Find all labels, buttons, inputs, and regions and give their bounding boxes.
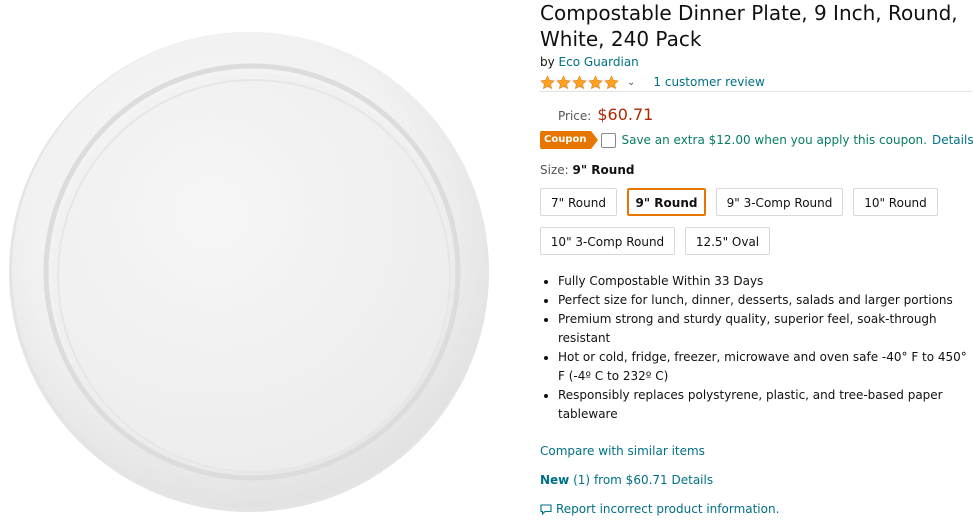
byline: by Eco Guardian [540,55,639,69]
byline-prefix: by [540,55,555,69]
feature-item: Fully Compostable Within 33 Days [558,272,972,291]
star-rating[interactable] [540,74,619,90]
compare-link[interactable]: Compare with similar items [540,444,705,458]
size-option-9-round[interactable]: 9" Round [627,188,706,216]
size-option-10-round[interactable]: 10" Round [853,188,938,216]
size-option-12-5-oval[interactable]: 12.5" Oval [685,227,770,255]
product-title: Compostable Dinner Plate, 9 Inch, Round,… [540,1,958,51]
coupon-details-link[interactable]: Details [932,133,974,147]
size-selected-value: 9" Round [572,163,635,177]
feature-item: Perfect size for lunch, dinner, desserts… [558,291,972,310]
coupon-badge: Coupon [540,131,600,149]
size-label: Size: [540,163,569,177]
feature-item: Responsibly replaces polystyrene, plasti… [558,386,972,424]
new-from-price: from $60.71 [593,473,668,487]
star-icon [556,74,571,89]
star-icon [540,74,555,89]
rating-row: ⌄ 1 customer review [540,73,765,91]
review-count-link[interactable]: 1 customer review [653,75,764,89]
report-row[interactable]: Report incorrect product information. [540,502,779,516]
product-image[interactable] [0,0,500,525]
size-option-9-3comp-round[interactable]: 9" 3-Comp Round [716,188,843,216]
feature-item: Hot or cold, fridge, freezer, microwave … [558,348,972,386]
brand-link[interactable]: Eco Guardian [559,55,639,69]
price-label: Price: [558,109,592,123]
report-link[interactable]: Report incorrect product information. [556,502,779,516]
divider [540,91,972,92]
new-offers-row[interactable]: New (1) from $60.71 Details [540,473,713,487]
coupon-text: Save an extra $12.00 when you apply this… [621,133,927,147]
star-icon [604,74,619,89]
feature-bullets: Fully Compostable Within 33 Days Perfect… [540,272,972,424]
price-row: Price: $60.71 [558,105,653,124]
coupon-row: Coupon Save an extra $12.00 when you app… [540,131,974,149]
plate-image [9,32,489,512]
star-icon [572,74,587,89]
star-icon [588,74,603,89]
size-option-7-round[interactable]: 7" Round [540,188,617,216]
new-details-link[interactable]: Details [672,473,714,487]
feature-item: Premium strong and sturdy quality, super… [558,310,972,348]
price-value: $60.71 [597,105,654,124]
coupon-checkbox[interactable] [601,132,617,148]
speech-bubble-icon [540,503,552,515]
chevron-down-icon[interactable]: ⌄ [627,77,635,88]
size-label-row: Size: 9" Round [540,163,634,177]
new-count: (1) [573,473,591,487]
size-option-10-3comp-round[interactable]: 10" 3-Comp Round [540,227,675,255]
new-label: New [540,473,570,487]
